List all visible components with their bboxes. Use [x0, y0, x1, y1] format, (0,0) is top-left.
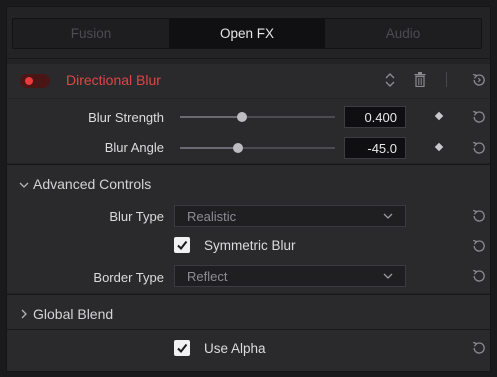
blur-angle-slider[interactable] — [180, 147, 335, 149]
global-blend-header[interactable]: Global Blend — [33, 306, 113, 322]
blur-strength-slider[interactable] — [180, 116, 335, 118]
border-type-value: Reflect — [187, 268, 228, 284]
chevron-right-icon[interactable] — [19, 309, 29, 319]
border-type-dropdown[interactable]: Reflect — [174, 265, 406, 287]
toggle-indicator — [25, 77, 33, 85]
blur-angle-label: Blur Angle — [104, 140, 164, 155]
effect-title[interactable]: Directional Blur — [66, 72, 161, 88]
symmetric-blur-checkbox[interactable] — [174, 237, 190, 253]
blur-angle-input[interactable]: -45.0 — [344, 137, 406, 159]
chevron-down-icon — [383, 273, 393, 279]
tab-fusion[interactable]: Fusion — [13, 19, 169, 48]
chevron-up-down-icon[interactable] — [385, 72, 395, 88]
advanced-controls-header[interactable]: Advanced Controls — [33, 176, 151, 192]
reset-icon[interactable] — [471, 140, 487, 156]
reset-icon[interactable] — [471, 208, 487, 224]
reset-icon[interactable] — [471, 72, 487, 88]
effect-enable-toggle[interactable] — [20, 74, 50, 88]
divider — [6, 58, 491, 59]
header-separator — [446, 72, 447, 87]
use-alpha-label: Use Alpha — [204, 341, 266, 356]
chevron-down-icon — [383, 213, 393, 219]
symmetric-blur-label: Symmetric Blur — [204, 238, 296, 253]
use-alpha-checkbox[interactable] — [174, 340, 190, 356]
checkmark-icon — [177, 343, 188, 354]
inspector-tabs: Fusion Open FX Audio — [12, 18, 482, 49]
reset-icon[interactable] — [471, 109, 487, 125]
blur-type-dropdown[interactable]: Realistic — [174, 205, 406, 227]
blur-strength-input[interactable]: 0.400 — [344, 106, 406, 128]
chevron-down-icon[interactable] — [19, 180, 29, 190]
blur-type-label: Blur Type — [109, 209, 164, 224]
border-type-label: Border Type — [93, 270, 164, 285]
blur-strength-slider-fill — [180, 116, 242, 118]
divider — [6, 329, 491, 330]
tab-audio[interactable]: Audio — [325, 19, 481, 48]
reset-icon[interactable] — [471, 238, 487, 254]
blur-strength-label: Blur Strength — [88, 110, 164, 125]
blur-strength-slider-knob[interactable] — [237, 112, 247, 122]
blur-type-value: Realistic — [187, 208, 237, 224]
tab-open-fx[interactable]: Open FX — [169, 19, 325, 48]
blur-angle-slider-fill — [180, 147, 239, 149]
trash-icon[interactable] — [414, 72, 426, 87]
checkmark-icon — [177, 240, 188, 251]
reset-icon[interactable] — [471, 268, 487, 284]
reset-icon[interactable] — [471, 340, 487, 356]
